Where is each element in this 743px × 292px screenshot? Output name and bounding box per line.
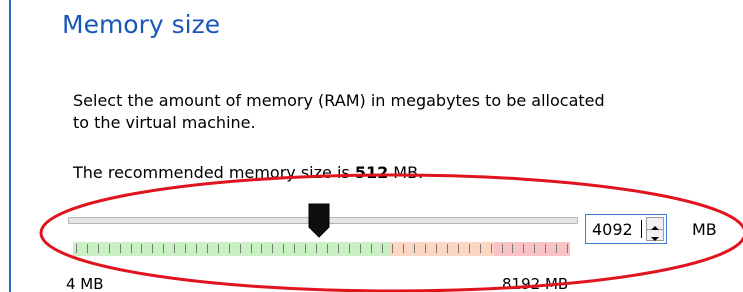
slider-tick	[207, 244, 208, 253]
slider-max-label: 8192 MB	[502, 275, 569, 292]
slider-tick	[567, 244, 568, 253]
slider-tick	[163, 244, 164, 253]
slider-tick	[229, 244, 230, 253]
slider-tick	[371, 244, 372, 253]
slider-tick	[240, 244, 241, 253]
slider-tick	[76, 244, 77, 253]
memory-size-input[interactable]	[586, 215, 644, 243]
slider-tick	[556, 244, 557, 253]
slider-tick	[458, 244, 459, 253]
slider-min-label: 4 MB	[66, 275, 104, 292]
slider-tick	[469, 244, 470, 253]
spin-buttons[interactable]	[646, 217, 664, 241]
slider-tick	[502, 244, 503, 253]
slider-thumb-icon[interactable]	[306, 203, 332, 239]
slider-tick	[491, 244, 492, 253]
slider-tick	[436, 244, 437, 253]
slider-tick	[87, 244, 88, 253]
slider-tick	[305, 244, 306, 253]
slider-tick	[414, 244, 415, 253]
slider-tick	[120, 244, 121, 253]
slider-tick	[196, 244, 197, 253]
memory-description: Select the amount of memory (RAM) in meg…	[73, 91, 605, 132]
chevron-down-icon	[651, 237, 659, 241]
slider-tick	[382, 244, 383, 253]
slider-tick	[218, 244, 219, 253]
slider-tick	[425, 244, 426, 253]
recommended-prefix: The recommended memory size is	[73, 163, 355, 182]
slider-tick	[131, 244, 132, 253]
slider-tick	[272, 244, 273, 253]
slider-tick	[403, 244, 404, 253]
slider-tick	[392, 244, 393, 253]
slider-tick	[261, 244, 262, 253]
slider-tick	[327, 244, 328, 253]
slider-tick	[447, 244, 448, 253]
slider-tick	[185, 244, 186, 253]
slider-tick	[349, 244, 350, 253]
memory-size-page: Memory size Select the amount of memory …	[0, 0, 743, 292]
memory-slider-ticks	[73, 240, 570, 258]
slider-tick	[360, 244, 361, 253]
memory-spinbox[interactable]	[585, 214, 667, 244]
page-title: Memory size	[62, 10, 221, 39]
slider-tick	[109, 244, 110, 253]
slider-tick	[316, 244, 317, 253]
slider-tick	[283, 244, 284, 253]
slider-tick	[152, 244, 153, 253]
recommended-memory-text: The recommended memory size is 512 MB.	[73, 162, 423, 184]
text-caret	[641, 220, 642, 238]
slider-tick	[251, 244, 252, 253]
slider-tick	[545, 244, 546, 253]
recommended-value: 512	[354, 163, 389, 182]
slider-tick	[534, 244, 535, 253]
slider-tick	[141, 244, 142, 253]
memory-unit-label: MB	[692, 220, 717, 239]
left-border	[9, 0, 11, 292]
slider-tick	[294, 244, 295, 253]
recommended-suffix: MB.	[388, 163, 424, 182]
slider-tick	[174, 244, 175, 253]
slider-tick	[523, 244, 524, 253]
slider-tick	[512, 244, 513, 253]
slider-tick	[98, 244, 99, 253]
slider-tick	[338, 244, 339, 253]
spin-down-button[interactable]	[647, 229, 663, 241]
slider-tick	[480, 244, 481, 253]
